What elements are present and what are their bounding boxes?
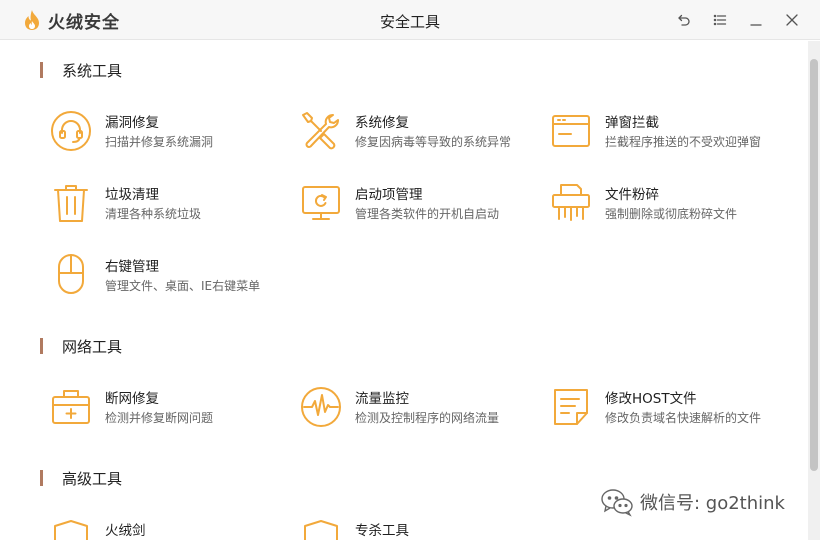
- tool-name: 火绒剑: [105, 523, 146, 539]
- section-advanced-tools: 高级工具: [40, 469, 123, 488]
- scrollbar-thumb[interactable]: [810, 59, 818, 471]
- tool-name: 系统修复: [355, 115, 409, 131]
- watermark: 微信号: go2think: [600, 486, 785, 518]
- tool-name: 专杀工具: [355, 523, 409, 539]
- section-marker: [40, 470, 43, 486]
- tool-description: 检测并修复断网问题: [105, 411, 214, 425]
- section-marker: [40, 62, 43, 78]
- monitor-startup-icon: [302, 186, 340, 220]
- tool-name: 启动项管理: [355, 187, 423, 203]
- trash-can-icon: [54, 185, 88, 222]
- close-icon: [786, 14, 798, 26]
- tool-context-menu-manager[interactable]: 右键管理 管理文件、桌面、IE右键菜单: [49, 251, 279, 299]
- tool-edit-hosts-file[interactable]: 修改HOST文件 修改负责域名快速解析的文件: [549, 383, 779, 431]
- app-brand: 火绒安全: [22, 8, 120, 33]
- tool-traffic-monitor[interactable]: 流量监控 检测及控制程序的网络流量: [299, 383, 529, 431]
- tool-description: 管理各类软件的开机自启动: [355, 207, 500, 221]
- close-button[interactable]: [782, 10, 802, 30]
- toolbox-plus-icon: [52, 390, 90, 424]
- host-file-icon: [554, 389, 588, 425]
- tool-description: 清理各种系统垃圾: [105, 207, 202, 221]
- section-network-tools: 网络工具: [40, 337, 123, 356]
- tool-junk-cleanup[interactable]: 垃圾清理 清理各种系统垃圾: [49, 179, 279, 227]
- undo-arrow-icon: [678, 14, 690, 26]
- vertical-scrollbar[interactable]: [808, 41, 820, 540]
- wechat-icon: [601, 489, 633, 517]
- popup-window-icon: [552, 115, 590, 147]
- tool-name: 右键管理: [105, 259, 159, 275]
- tool-file-shredder[interactable]: 文件粉碎 强制删除或彻底粉碎文件: [549, 179, 779, 227]
- tool-vulnerability-fix[interactable]: 漏洞修复 扫描并修复系统漏洞: [49, 107, 279, 155]
- tool-name: 流量监控: [355, 391, 409, 407]
- section-marker: [40, 338, 43, 354]
- section-title: 网络工具: [62, 337, 123, 356]
- title-bar: 火绒安全 安全工具: [0, 0, 820, 40]
- back-button[interactable]: [674, 10, 694, 30]
- tool-name: 断网修复: [105, 391, 159, 407]
- tool-name: 垃圾清理: [105, 187, 159, 203]
- tool-dedicated-removal[interactable]: 专杀工具: [299, 515, 529, 540]
- tool-description: 修复因病毒等导致的系统异常: [355, 135, 512, 149]
- tool-description: 检测及控制程序的网络流量: [355, 411, 500, 425]
- minimize-button[interactable]: [746, 10, 766, 30]
- waveform-circle-icon: [301, 387, 341, 427]
- mouse-icon: [58, 254, 84, 294]
- headset-circle-icon: [51, 111, 91, 151]
- tool-name: 文件粉碎: [605, 187, 659, 203]
- section-title: 高级工具: [62, 469, 123, 488]
- section-system-tools: 系统工具: [40, 61, 123, 80]
- app-name: 火绒安全: [48, 12, 120, 33]
- section-title: 系统工具: [62, 61, 123, 80]
- tool-description: 修改负责域名快速解析的文件: [605, 411, 762, 425]
- menu-button[interactable]: [710, 10, 730, 30]
- watermark-text: 微信号: go2think: [640, 493, 785, 514]
- tool-description: 扫描并修复系统漏洞: [105, 135, 214, 149]
- tool-name: 弹窗拦截: [605, 115, 659, 131]
- tool-huorong-sword[interactable]: 火绒剑: [49, 515, 279, 540]
- tool-system-repair[interactable]: 系统修复 修复因病毒等导致的系统异常: [299, 107, 529, 155]
- shredder-icon: [552, 184, 590, 221]
- tool-description: 强制删除或彻底粉碎文件: [605, 207, 738, 221]
- shield-icon: [304, 520, 338, 540]
- wrench-screwdriver-icon: [302, 112, 339, 150]
- tools-content: 系统工具 漏洞修复 扫描并修复系统漏洞 系统修复 修复因病毒等导致的系统异常 弹…: [0, 41, 808, 540]
- tool-startup-manager[interactable]: 启动项管理 管理各类软件的开机自启动: [299, 179, 529, 227]
- minimize-icon: [750, 24, 762, 26]
- tool-description: 管理文件、桌面、IE右键菜单: [105, 279, 261, 293]
- flame-logo-icon: [25, 10, 39, 30]
- window-title: 安全工具: [379, 13, 440, 31]
- tool-network-repair[interactable]: 断网修复 检测并修复断网问题: [49, 383, 279, 431]
- tool-description: 拦截程序推送的不受欢迎弹窗: [605, 135, 762, 149]
- list-menu-icon: [713, 14, 727, 26]
- tool-popup-blocker[interactable]: 弹窗拦截 拦截程序推送的不受欢迎弹窗: [549, 107, 779, 155]
- tool-name: 修改HOST文件: [605, 391, 697, 407]
- shield-icon: [54, 520, 88, 540]
- tool-name: 漏洞修复: [105, 115, 159, 131]
